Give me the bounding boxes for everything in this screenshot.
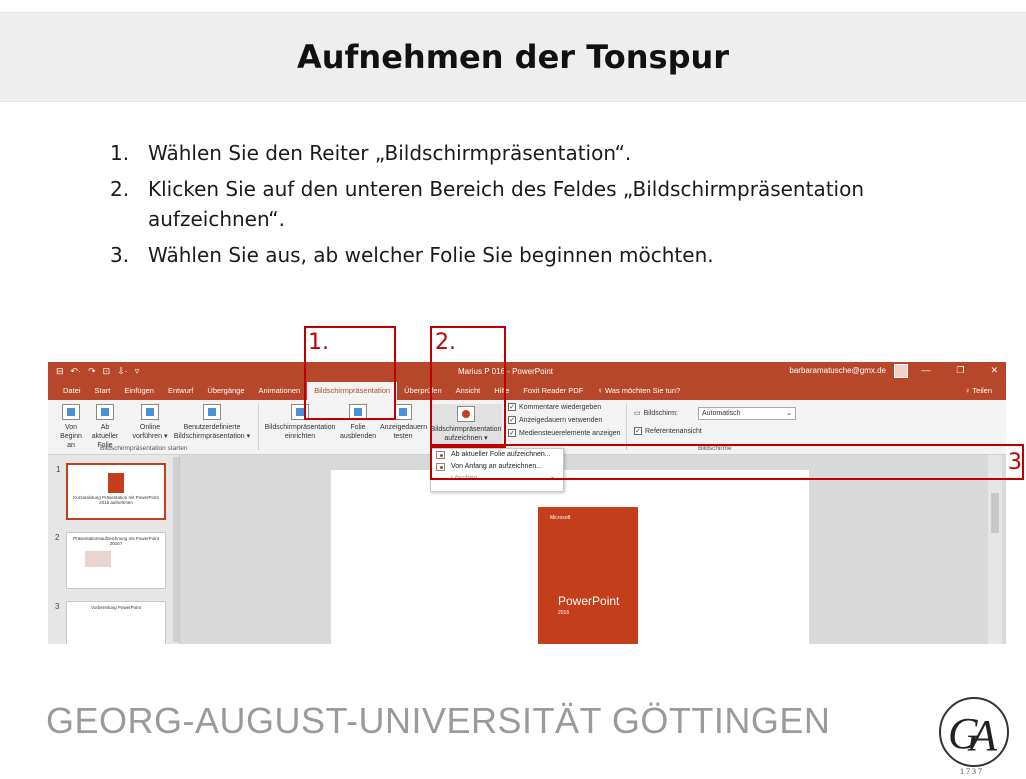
university-seal-logo: G A 1 7 3 7 — [939, 697, 1009, 776]
monitor-icon: ▭ — [634, 410, 641, 417]
thumbnail-scrollbar[interactable] — [173, 457, 179, 642]
step-text: Wählen Sie den Reiter „Bildschirmpräsent… — [148, 141, 632, 165]
checkbox-label: Mediensteuerelemente anzeigen — [519, 429, 621, 437]
checkbox-icon: ✓ — [508, 403, 516, 411]
group-label-start: Bildschirmpräsentation starten — [100, 445, 188, 452]
ribbon-separator — [258, 404, 259, 450]
checkbox-use-timings[interactable]: ✓ Anzeigedauern verwenden — [508, 416, 602, 424]
scrollbar-thumb[interactable] — [991, 493, 999, 533]
slide-thumbnail[interactable]: 1 Kurzanleitung Präsentation mit PowerPo… — [56, 463, 166, 520]
monitor-label-text: Bildschirm: — [643, 409, 678, 417]
slide-number: 1 — [56, 465, 61, 474]
monitor-select-value: Automatisch — [702, 410, 741, 417]
checkbox-media-controls[interactable]: ✓ Mediensteuerelemente anzeigen — [508, 429, 621, 437]
undo-icon[interactable]: ↶· — [71, 366, 82, 377]
powerpoint-box-image: Microsoft PowerPoint 2016 — [538, 507, 638, 644]
restore-icon[interactable]: ❐ — [956, 365, 964, 376]
slide-number: 2 — [55, 533, 60, 542]
slide-title: Aufnehmen der Tonspur — [296, 38, 730, 76]
slide-canvas[interactable]: Microsoft PowerPoint 2016 — [331, 470, 809, 644]
monitor-label: ▭ Bildschirm: — [634, 409, 678, 418]
tab-file[interactable]: Datei — [56, 386, 88, 400]
slideshow-start-icon — [62, 404, 80, 420]
step-item: 3. Wählen Sie aus, ab welcher Folie Sie … — [110, 240, 870, 270]
window-titlebar: ⊟ ↶· ↷ ⊡ ⇩· ▿ Marius P 016 - PowerPoint … — [48, 362, 1006, 381]
checkbox-label: Kommentare wiedergeben — [519, 403, 602, 411]
custom-slideshow-button[interactable]: Benutzerdefinierte Bildschirmpräsentatio… — [172, 404, 252, 441]
tab-animations[interactable]: Animationen — [252, 386, 308, 400]
account-name[interactable]: barbaramatusche@gmx.de — [789, 366, 886, 375]
thumbnail-image — [85, 551, 111, 567]
annotation-label-2: 2. — [435, 330, 456, 355]
step-number: 2. — [110, 177, 130, 201]
tab-insert[interactable]: Einfügen — [117, 386, 161, 400]
slide-thumbnail[interactable]: 3 Vorbereitung PowerPoint — [55, 601, 166, 644]
step-number: 1. — [110, 141, 130, 165]
annotation-label-3: 3 — [1008, 450, 1022, 475]
chevron-down-icon: ⌄ — [786, 410, 792, 417]
setup-slideshow-label: Bildschirmpräsentation einrichten — [264, 424, 336, 440]
window-controls: — ❐ ✕ — [921, 365, 998, 376]
step-text: Wählen Sie aus, ab welcher Folie Sie beg… — [148, 243, 714, 267]
checkbox-label: Anzeigedauern verwenden — [519, 416, 603, 424]
rehearse-timings-label: Anzeigedauern testen — [380, 424, 428, 440]
step-text: Klicken Sie auf den unteren Bereich des … — [148, 177, 865, 231]
present-online-label: Online vorführen ▾ — [132, 424, 168, 440]
editor-scrollbar[interactable] — [988, 455, 1002, 644]
hide-slide-label: Folie ausblenden — [340, 424, 377, 440]
thumbnail-caption: Präsentationsaufzeichnung mit PowerPoint… — [73, 536, 159, 546]
checkbox-icon: ✓ — [508, 429, 516, 437]
slide-title-bar: Aufnehmen der Tonspur — [0, 12, 1026, 102]
svg-text:1 7 3 7: 1 7 3 7 — [960, 767, 982, 776]
ribbon-tabs: Datei Start Einfügen Entwurf Übergänge A… — [48, 381, 1006, 400]
from-beginning-label: Von Beginn an — [60, 424, 82, 449]
checkbox-presenter-view[interactable]: ✓ Referentenansicht — [634, 427, 702, 435]
tab-transitions[interactable]: Übergänge — [200, 386, 251, 400]
annotation-box-3 — [430, 444, 1024, 480]
slide-thumbnail-panel: 1 Kurzanleitung Präsentation mit PowerPo… — [48, 455, 180, 644]
svg-text:A: A — [967, 711, 998, 760]
format-painter-icon[interactable]: ⇩· — [117, 366, 128, 377]
from-current-button[interactable]: Ab aktueller Folie — [88, 404, 122, 450]
monitor-select[interactable]: Automatisch ⌄ — [698, 407, 796, 420]
checkbox-play-narrations[interactable]: ✓ Kommentare wiedergeben — [508, 403, 601, 411]
avatar[interactable] — [894, 364, 908, 378]
step-item: 2. Klicken Sie auf den unteren Bereich d… — [110, 174, 870, 234]
minimize-icon[interactable]: — — [921, 365, 930, 376]
brand-label: Microsoft — [550, 515, 571, 521]
checkbox-icon: ✓ — [508, 416, 516, 424]
powerpoint-screenshot: ⊟ ↶· ↷ ⊡ ⇩· ▿ Marius P 016 - PowerPoint … — [48, 362, 1006, 644]
product-label: PowerPoint — [558, 594, 620, 608]
annotation-label-1: 1. — [308, 330, 329, 355]
university-name: GEORG-AUGUST-UNIVERSITÄT GÖTTINGEN — [46, 700, 831, 741]
customize-qat-icon[interactable]: ▿ — [135, 366, 140, 377]
stopwatch-icon — [394, 404, 412, 420]
tab-design[interactable]: Entwurf — [161, 386, 200, 400]
thumbnail-image — [108, 473, 124, 493]
close-icon[interactable]: ✕ — [990, 365, 998, 376]
steps-list: 1. Wählen Sie den Reiter „Bildschirmpräs… — [110, 138, 870, 276]
tab-start[interactable]: Start — [88, 386, 118, 400]
share-button[interactable]: ♀ Teilen — [965, 386, 992, 395]
checkbox-icon: ✓ — [634, 427, 642, 435]
slide-number: 3 — [55, 602, 60, 611]
tab-foxit[interactable]: Foxit Reader PDF — [516, 386, 590, 400]
checkbox-label: Referentenansicht — [645, 427, 702, 435]
thumbnail-caption: Kurzanleitung Präsentation mit PowerPoin… — [73, 495, 159, 505]
step-number: 3. — [110, 243, 130, 267]
slide-thumbnail[interactable]: 2 Präsentationsaufzeichnung mit PowerPoi… — [55, 532, 166, 589]
present-online-icon — [141, 404, 159, 420]
step-item: 1. Wählen Sie den Reiter „Bildschirmpräs… — [110, 138, 870, 168]
tell-me-search[interactable]: ♀ Was möchten Sie tun? — [590, 386, 687, 400]
slideshow-current-icon — [96, 404, 114, 420]
custom-slideshow-label: Benutzerdefinierte Bildschirmpräsentatio… — [173, 424, 251, 440]
thumbnail-caption: Vorbereitung PowerPoint — [91, 605, 141, 610]
from-beginning-button[interactable]: Von Beginn an — [56, 404, 86, 450]
custom-slideshow-icon — [203, 404, 221, 420]
present-online-button[interactable]: Online vorführen ▾ — [130, 404, 170, 441]
year-label: 2016 — [558, 610, 570, 616]
present-icon[interactable]: ⊡ — [103, 366, 111, 377]
save-icon[interactable]: ⊟ — [56, 366, 64, 377]
redo-icon[interactable]: ↷ — [88, 366, 96, 377]
